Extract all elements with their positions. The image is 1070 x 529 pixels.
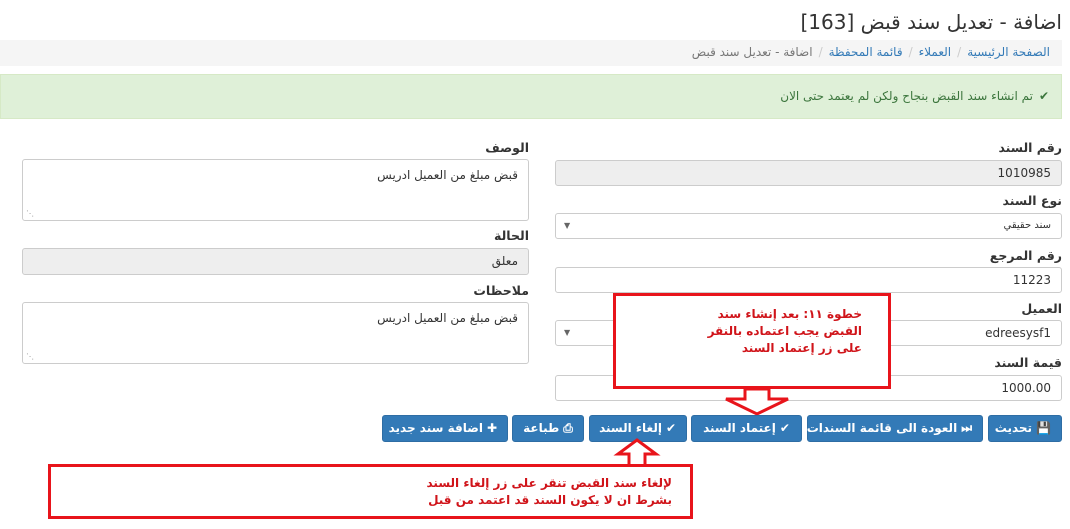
customer-label: العميل	[1021, 301, 1062, 316]
breadcrumb-home[interactable]: الصفحة الرئيسية	[967, 45, 1050, 59]
success-alert: ✔ تم انشاء سند القبض بنجاح ولكن لم يعتمد …	[0, 74, 1062, 119]
update-button[interactable]: 💾تحديث	[988, 415, 1062, 442]
double-chevron-right-icon: ⏭	[961, 421, 972, 435]
add-new-voucher-button[interactable]: ✚اضافة سند جديد	[382, 415, 508, 442]
voucher-number-label: رقم السند	[998, 140, 1062, 155]
annotation-step11-line: خطوة ١١: بعد إنشاء سند	[717, 307, 862, 321]
alert-message: تم انشاء سند القبض بنجاح ولكن لم يعتمد ح…	[780, 89, 1033, 103]
status-field: معلق	[22, 248, 529, 275]
resize-grip-icon[interactable]: ⋰	[26, 352, 34, 361]
down-arrow-icon	[725, 388, 789, 416]
plus-icon: ✚	[486, 421, 497, 435]
check-icon: ✔	[779, 421, 790, 435]
status-label: الحالة	[494, 228, 529, 243]
chevron-down-icon: ▼	[564, 221, 571, 230]
annotation-step11-box: خطوة ١١: بعد إنشاء سند القبض يجب اعتماده…	[613, 293, 891, 389]
description-label: الوصف	[485, 140, 529, 155]
annotation-step11-line: على زر إعتماد السند	[741, 341, 862, 355]
chevron-down-icon: ▼	[564, 328, 571, 337]
breadcrumb-customers[interactable]: العملاء	[919, 45, 952, 59]
annotation-cancel-box: لإلغاء سند القبض تنقر على زر إلغاء السند…	[48, 464, 693, 519]
print-icon: ⎙	[563, 421, 573, 435]
breadcrumb: الصفحة الرئيسية / العملاء / قائمة المحفظة / اض…	[0, 40, 1062, 66]
check-icon: ✔	[1038, 89, 1049, 103]
voucher-type-label: نوع السند	[1002, 193, 1062, 208]
approve-voucher-button[interactable]: ✔إعتماد السند	[691, 415, 802, 442]
voucher-amount-label: قيمة السند	[994, 355, 1062, 370]
breadcrumb-separator: /	[957, 45, 962, 59]
breadcrumb-portfolio[interactable]: قائمة المحفظة	[829, 45, 903, 59]
back-to-list-button[interactable]: ⏭العودة الى قائمة السندات	[807, 415, 983, 442]
page-title: اضافة - تعديل سند قبض [163]	[800, 10, 1062, 34]
breadcrumb-separator: /	[908, 45, 913, 59]
customer-value: edreesysf1	[985, 326, 1051, 340]
breadcrumb-separator: /	[818, 45, 823, 59]
description-textarea[interactable]: قبض مبلغ من العميل ادريس ⋰	[22, 159, 529, 221]
voucher-type-value: سند حقيقي	[1003, 220, 1051, 231]
reference-number-input[interactable]: 11223	[555, 267, 1062, 293]
voucher-type-select[interactable]: سند حقيقي ▼	[555, 213, 1062, 239]
save-icon: 💾	[1036, 421, 1051, 435]
description-value: قبض مبلغ من العميل ادريس	[377, 168, 518, 182]
notes-textarea[interactable]: قبض مبلغ من العميل ادريس ⋰	[22, 302, 529, 364]
resize-grip-icon[interactable]: ⋰	[26, 209, 34, 218]
breadcrumb-current: اضافة - تعديل سند قبض	[691, 45, 813, 59]
annotation-cancel-line: لإلغاء سند القبض تنقر على زر إلغاء السند	[426, 476, 672, 490]
annotation-cancel-line: بشرط ان لا يكون السند قد اعتمد من قبل	[428, 493, 672, 507]
check-icon: ✔	[665, 421, 676, 435]
notes-value: قبض مبلغ من العميل ادريس	[377, 311, 518, 325]
voucher-number-field: 1010985	[555, 160, 1062, 186]
print-button[interactable]: ⎙طباعة	[512, 415, 584, 442]
annotation-step11-line: القبض يجب اعتماده بالنقر	[707, 324, 862, 338]
notes-label: ملاحظات	[473, 283, 529, 298]
reference-number-label: رقم المرجع	[989, 248, 1062, 263]
